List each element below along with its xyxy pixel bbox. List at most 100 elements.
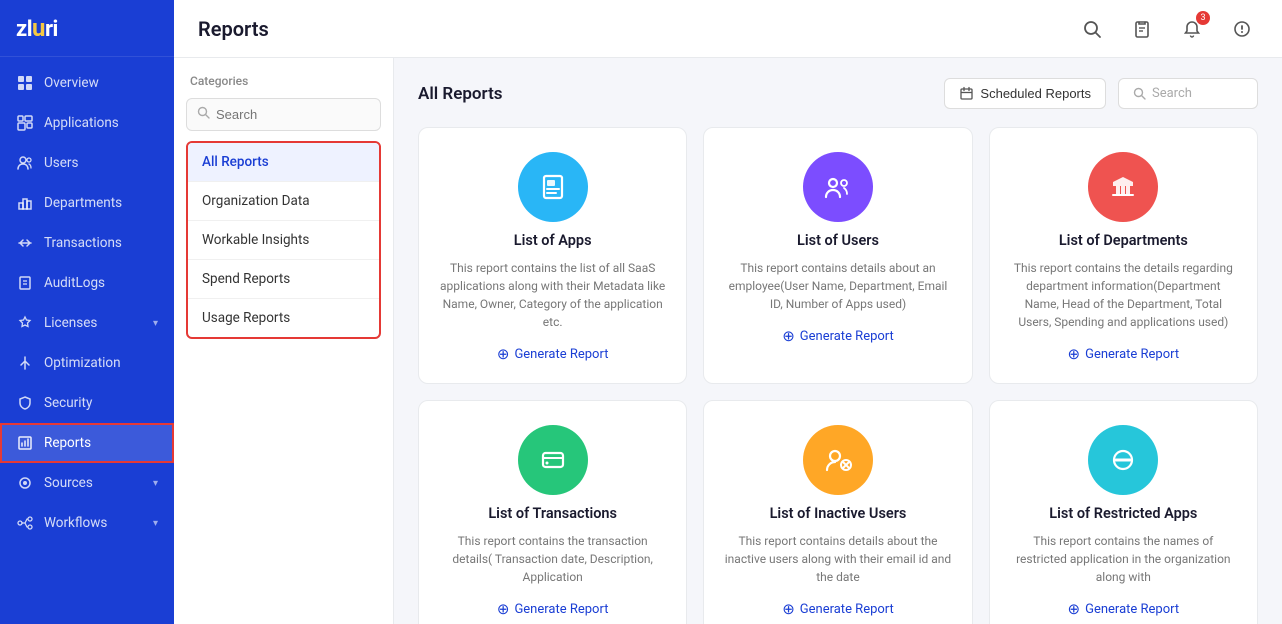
generate-report-button-transactions[interactable]: ⊕ Generate Report [497,600,609,618]
clipboard-icon-button[interactable] [1126,13,1158,45]
list-inactive-icon [803,425,873,495]
main-content: Reports 3 Categories [174,0,1282,624]
card-desc: This report contains the details regardi… [1010,259,1237,331]
sidebar-item-label: Overview [44,75,158,91]
report-card-list-apps: List of Apps This report contains the li… [418,127,687,384]
generate-icon: ⊕ [497,345,510,363]
category-item-workable[interactable]: Workable Insights [188,221,379,260]
sidebar-item-label: Applications [44,115,158,131]
overview-icon [16,74,34,92]
sidebar-item-label: Workflows [44,515,143,531]
left-panel: Categories All Reports Organization Data… [174,58,394,624]
header-actions: 3 [1076,13,1258,45]
chevron-down-icon: ▾ [153,478,158,489]
generate-label: Generate Report [1085,347,1179,362]
list-transactions-icon [518,425,588,495]
sidebar-item-workflows[interactable]: Workflows ▾ [0,503,174,543]
category-search-box[interactable] [186,98,381,131]
sidebar-item-applications[interactable]: Applications [0,103,174,143]
reports-cards-grid: List of Apps This report contains the li… [418,127,1258,624]
category-item-spend[interactable]: Spend Reports [188,260,379,299]
card-title: List of Inactive Users [770,505,907,522]
category-list: All Reports Organization Data Workable I… [186,141,381,339]
sidebar-item-security[interactable]: Security [0,383,174,423]
card-title: List of Departments [1059,232,1188,249]
generate-icon: ⊕ [782,600,795,618]
sidebar-item-overview[interactable]: Overview [0,63,174,103]
logo: zluri [0,0,174,57]
generate-icon: ⊕ [782,327,795,345]
generate-icon: ⊕ [1068,345,1081,363]
generate-report-button-inactive[interactable]: ⊕ Generate Report [782,600,894,618]
sidebar-item-licenses[interactable]: Licenses ▾ [0,303,174,343]
category-item-org-data[interactable]: Organization Data [188,182,379,221]
sidebar-item-sources[interactable]: Sources ▾ [0,463,174,503]
reports-search-box[interactable]: Search [1118,78,1258,109]
reports-icon [16,434,34,452]
bell-icon-button[interactable] [1226,13,1258,45]
generate-label: Generate Report [514,347,608,362]
card-title: List of Transactions [488,505,617,522]
right-panel: All Reports Scheduled Reports Search [394,58,1282,624]
sidebar-item-departments[interactable]: Departments [0,183,174,223]
generate-icon: ⊕ [1068,600,1081,618]
chevron-down-icon: ▾ [153,318,158,329]
generate-label: Generate Report [800,602,894,617]
card-title: List of Users [797,232,879,249]
notifications-icon-button[interactable]: 3 [1176,13,1208,45]
sidebar-item-label: Transactions [44,235,158,251]
generate-report-button-restricted[interactable]: ⊕ Generate Report [1068,600,1180,618]
reports-header: All Reports Scheduled Reports Search [418,78,1258,109]
list-apps-icon [518,152,588,222]
search-header-button[interactable] [1076,13,1108,45]
category-search-input[interactable] [216,107,370,122]
list-restricted-icon [1088,425,1158,495]
sidebar: zluri Overview Applications Users [0,0,174,624]
logo-dot: u [32,14,45,42]
generate-icon: ⊕ [497,600,510,618]
generate-report-button-apps[interactable]: ⊕ Generate Report [497,345,609,363]
sidebar-item-optimization[interactable]: Optimization [0,343,174,383]
categories-label: Categories [186,74,381,88]
card-desc: This report contains the transaction det… [439,532,666,586]
departments-icon [16,194,34,212]
list-departments-icon [1088,152,1158,222]
sidebar-item-label: Departments [44,195,158,211]
category-item-usage[interactable]: Usage Reports [188,299,379,337]
sidebar-item-transactions[interactable]: Transactions [0,223,174,263]
sidebar-item-auditlogs[interactable]: AuditLogs [0,263,174,303]
report-card-list-restricted: List of Restricted Apps This report cont… [989,400,1258,624]
list-users-icon [803,152,873,222]
sidebar-item-label: Users [44,155,158,171]
report-card-list-inactive: List of Inactive Users This report conta… [703,400,972,624]
search-box-icon [197,106,210,123]
generate-report-button-departments[interactable]: ⊕ Generate Report [1068,345,1180,363]
sidebar-item-users[interactable]: Users [0,143,174,183]
sidebar-item-label: Sources [44,475,143,491]
sidebar-item-reports[interactable]: Reports [0,423,174,463]
notification-count: 3 [1196,11,1210,25]
all-reports-title: All Reports [418,84,503,104]
category-item-all-reports[interactable]: All Reports [188,143,379,182]
transactions-icon [16,234,34,252]
content-area: Categories All Reports Organization Data… [174,58,1282,624]
generate-label: Generate Report [1085,602,1179,617]
sidebar-item-label: Reports [44,435,158,451]
card-title: List of Restricted Apps [1049,505,1197,522]
applications-icon [16,114,34,132]
logo-text: zluri [16,14,58,42]
users-icon [16,154,34,172]
auditlogs-icon [16,274,34,292]
top-header: Reports 3 [174,0,1282,58]
card-desc: This report contains details about an em… [724,259,951,313]
card-desc: This report contains the names of restri… [1010,532,1237,586]
sidebar-item-label: Licenses [44,315,143,331]
generate-report-button-users[interactable]: ⊕ Generate Report [782,327,894,345]
generate-label: Generate Report [800,329,894,344]
workflows-icon [16,514,34,532]
reports-actions: Scheduled Reports Search [944,78,1258,109]
scheduled-reports-button[interactable]: Scheduled Reports [944,78,1106,109]
page-title: Reports [198,17,269,41]
shield-icon [16,394,34,412]
card-desc: This report contains details about the i… [724,532,951,586]
